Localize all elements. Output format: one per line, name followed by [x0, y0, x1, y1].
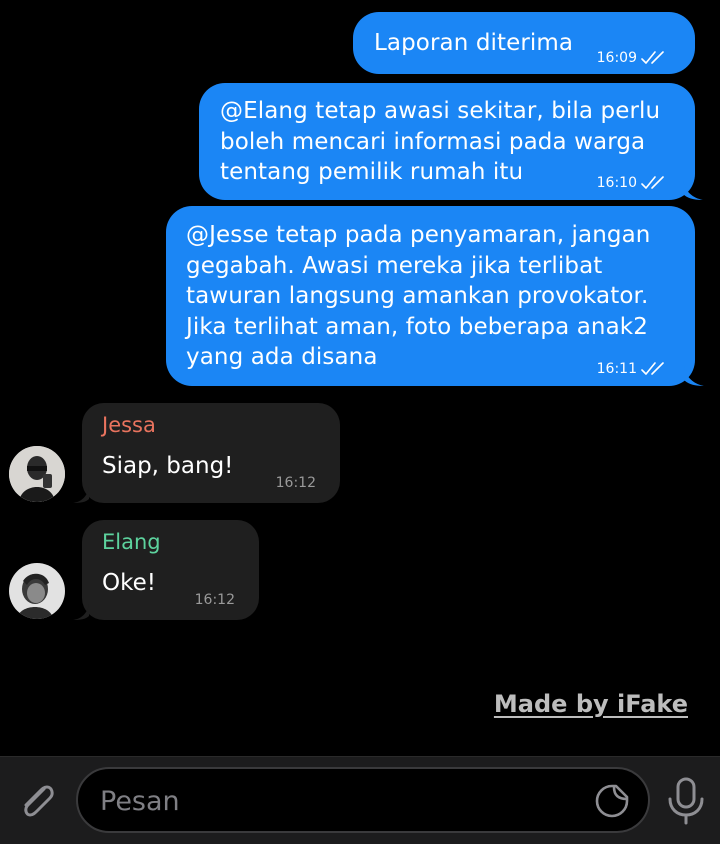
avatar-elang[interactable]: [9, 563, 65, 619]
incoming-message[interactable]: Elang Oke! 16:12: [73, 520, 259, 620]
incoming-message[interactable]: Jessa Siap, bang! 16:12: [73, 403, 340, 503]
message-time: 16:10: [596, 175, 637, 191]
message-time: 16:12: [275, 475, 316, 491]
message-time: 16:09: [596, 50, 637, 66]
message-text: Siap, bang!: [102, 453, 234, 479]
sticker-icon[interactable]: [594, 783, 630, 819]
avatar-jessa[interactable]: [9, 446, 65, 502]
sender-name[interactable]: Elang: [102, 530, 161, 554]
outgoing-message[interactable]: @Jesse tetap pada penyamaran, jangan geg…: [166, 206, 704, 386]
message-text: @Elang tetap awasi sekitar, bila perlu b…: [220, 98, 661, 185]
message-composer: [0, 756, 720, 844]
bubble-tail: [73, 604, 89, 620]
chat-screen: Laporan diterima 16:09 @Elang tetap awas…: [0, 0, 720, 844]
message-text: @Jesse tetap pada penyamaran, jangan geg…: [186, 222, 651, 370]
outgoing-message[interactable]: Laporan diterima 16:09: [353, 12, 695, 74]
message-text: Laporan diterima: [374, 30, 574, 56]
message-time: 16:11: [596, 361, 637, 377]
sender-name[interactable]: Jessa: [102, 413, 156, 437]
message-input-wrapper: [76, 767, 650, 833]
watermark: Made by iFake: [493, 690, 688, 718]
bubble-tail: [73, 487, 89, 503]
bubble-tail: [684, 366, 704, 386]
double-check-icon: [641, 176, 664, 189]
message-meta: 16:09: [597, 50, 671, 66]
outgoing-message[interactable]: @Elang tetap awasi sekitar, bila perlu b…: [199, 83, 703, 200]
bubble-tail: [683, 180, 703, 200]
paperclip-icon[interactable]: [14, 777, 60, 823]
microphone-icon[interactable]: [664, 775, 708, 827]
message-text: Oke!: [102, 570, 156, 596]
double-check-icon: [641, 362, 664, 375]
message-time: 16:12: [194, 592, 235, 608]
double-check-icon: [641, 51, 664, 64]
message-meta: 16:10: [597, 175, 671, 191]
message-input[interactable]: [98, 779, 582, 823]
message-meta: 16:11: [597, 361, 671, 377]
